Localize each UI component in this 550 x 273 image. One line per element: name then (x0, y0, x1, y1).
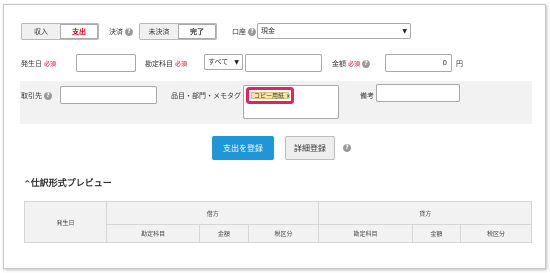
journal-preview-table: 発生日 借方 貸方 勘定科目 金額 税区分 勘定科目 金額 税区分 (24, 201, 532, 243)
caret-down-icon: ▼ (234, 58, 239, 66)
subject-filter-value: すべて (208, 58, 229, 66)
note-input[interactable] (376, 84, 460, 102)
column-header: 税区分 (460, 224, 532, 243)
partner-input[interactable] (60, 86, 157, 104)
caret-down-icon: ▼ (402, 27, 407, 35)
settlement-label: 決済? (109, 27, 133, 37)
subject-label: 勘定科目 必須 (145, 60, 188, 68)
help-icon[interactable]: ? (343, 144, 351, 152)
expense-toggle[interactable]: 支出 (60, 24, 98, 39)
currency-label: 円 (456, 60, 463, 68)
debit-header: 借方 (105, 201, 320, 225)
item-label: 品目・部門・メモタグ? (171, 91, 251, 101)
type-toggle: 収入 支出 (21, 23, 99, 40)
detail-register-button[interactable]: 詳細登録 (285, 136, 335, 160)
required-badge: 必須 (348, 61, 361, 68)
subject-input[interactable] (245, 54, 322, 72)
help-icon[interactable]: ? (44, 92, 52, 100)
column-header: 金額 (411, 224, 462, 243)
required-badge: 必須 (44, 61, 57, 68)
settlement-toggle: 未決済 完了 (139, 23, 217, 40)
register-expense-button[interactable]: 支出を登録 (212, 136, 274, 160)
partner-label: 取引先? (21, 91, 52, 101)
collapse-icon: ^ (24, 179, 31, 188)
preview-title[interactable]: ^仕訳形式プレビュー (24, 176, 112, 189)
column-header: 金額 (199, 224, 249, 243)
required-badge: 必須 (175, 61, 188, 68)
tag-chip[interactable]: コピー用紙 × (251, 92, 291, 100)
tag-highlight: コピー用紙 × (246, 87, 294, 104)
date-label: 発生日 必須 (21, 60, 57, 68)
help-icon[interactable]: ? (125, 28, 133, 36)
date-header: 発生日 (24, 201, 107, 243)
note-label: 備考 (360, 92, 374, 100)
unsettled-toggle[interactable]: 未決済 (140, 24, 178, 39)
column-header: 税区分 (247, 224, 320, 243)
amount-label: 金額 必須? (332, 59, 371, 69)
column-header: 勘定科目 (318, 224, 413, 243)
credit-header: 貸方 (318, 201, 532, 225)
journal-entry-form: 収入 支出 決済? 未決済 完了 口座? 現金 ▼ 発生日 必須 勘定科目 必須 す… (3, 4, 546, 269)
completed-toggle[interactable]: 完了 (178, 24, 216, 39)
amount-input[interactable]: 0 (385, 54, 452, 72)
account-select[interactable]: 現金 ▼ (257, 23, 411, 39)
income-toggle[interactable]: 収入 (22, 24, 60, 39)
date-input[interactable] (76, 54, 136, 72)
help-icon[interactable]: ? (362, 60, 371, 68)
help-icon[interactable]: ? (248, 28, 256, 36)
account-label: 口座? (232, 27, 256, 37)
account-value: 現金 (261, 27, 275, 35)
subject-filter-select[interactable]: すべて ▼ (204, 54, 243, 70)
column-header: 勘定科目 (105, 224, 201, 243)
